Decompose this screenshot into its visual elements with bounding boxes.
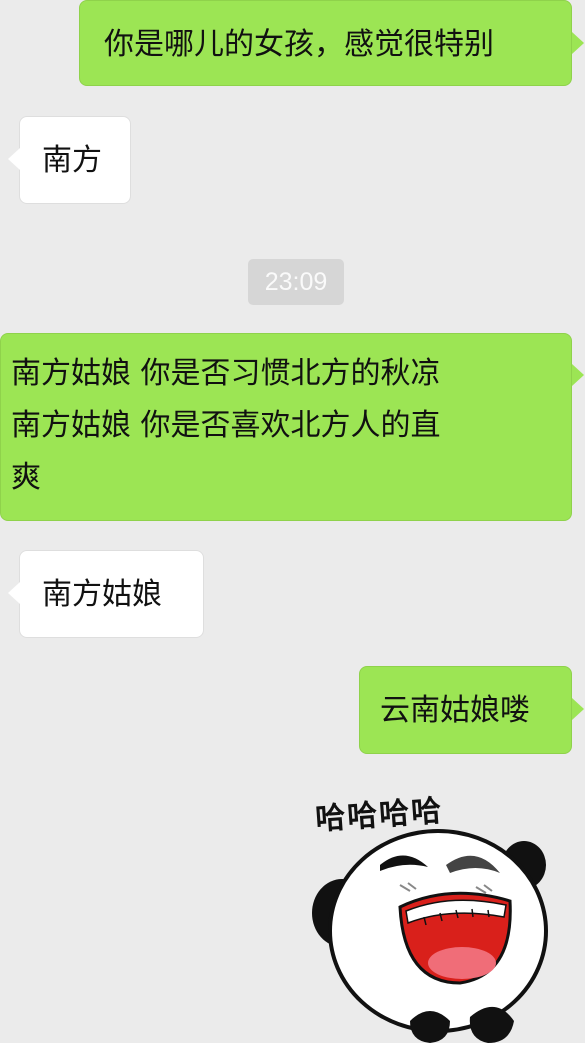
laughing-panda-sticker-icon[interactable] — [300, 825, 570, 1043]
message-line: 南方姑娘 你是否习惯北方的秋凉 — [11, 356, 441, 391]
message-bubble-outgoing[interactable]: 云南姑娘喽 — [359, 666, 572, 754]
message-text: 你是哪儿的女孩，感觉很特别 — [104, 27, 494, 62]
message-text: 南方 — [42, 143, 102, 178]
message-bubble-outgoing[interactable]: 你是哪儿的女孩，感觉很特别 — [79, 0, 572, 86]
message-text: 南方姑娘 — [42, 577, 162, 612]
message-text: 云南姑娘喽 — [380, 693, 530, 728]
message-line: 南方姑娘 你是否喜欢北方人的直 — [11, 408, 441, 443]
message-line: 爽 — [11, 460, 41, 495]
bubble-tail — [572, 32, 584, 54]
bubble-tail — [572, 698, 584, 720]
panda-hand-right — [469, 1006, 514, 1043]
bubble-tail — [8, 148, 20, 170]
timestamp: 23:09 — [248, 259, 344, 305]
message-bubble-outgoing[interactable]: 南方姑娘 你是否习惯北方的秋凉 南方姑娘 你是否喜欢北方人的直 爽 — [0, 333, 572, 521]
panda-tongue — [428, 947, 496, 979]
message-bubble-incoming[interactable]: 南方姑娘 — [19, 550, 204, 638]
bubble-tail — [8, 582, 20, 604]
message-bubble-incoming[interactable]: 南方 — [19, 116, 131, 204]
bubble-tail — [572, 364, 584, 386]
